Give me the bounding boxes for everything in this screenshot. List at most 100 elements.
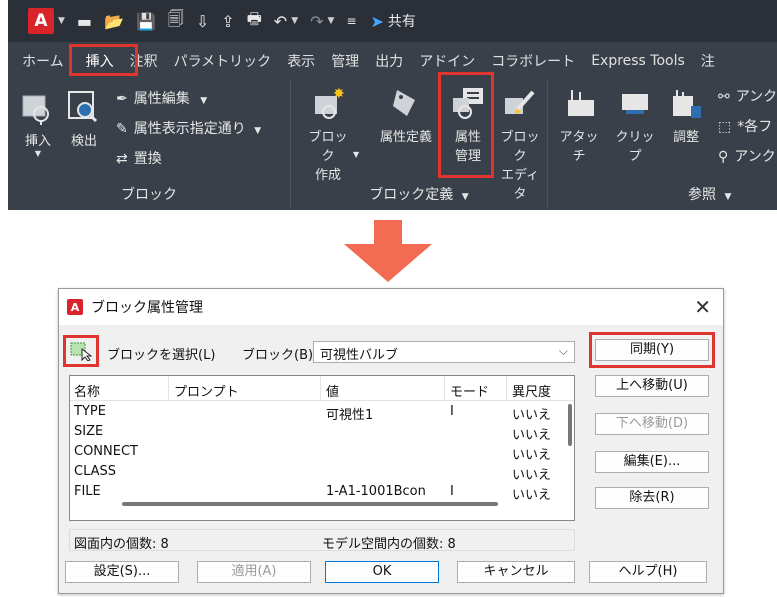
attr-manage-button[interactable]: 属性 管理 bbox=[443, 86, 493, 164]
tab-output[interactable]: 出力 bbox=[367, 51, 411, 71]
attr-edit-button[interactable]: ✒ 属性編集 ▼ bbox=[116, 88, 207, 108]
help-button[interactable]: ヘルプ(H) bbox=[589, 561, 707, 583]
tab-express-tools[interactable]: Express Tools bbox=[583, 53, 693, 69]
adjust-label: 調整 bbox=[672, 130, 699, 145]
insert-block-icon bbox=[22, 95, 49, 125]
save-as-icon[interactable]: 🗐 bbox=[168, 8, 184, 35]
detect-block-icon bbox=[68, 91, 98, 123]
app-logo-icon[interactable]: A bbox=[28, 8, 54, 34]
print-icon[interactable]: 🖶 bbox=[247, 8, 262, 35]
row-name: CONNECT bbox=[74, 444, 138, 459]
close-icon[interactable]: ✕ bbox=[694, 295, 711, 319]
attr-display-button[interactable]: ✎ 属性表示指定通り ▼ bbox=[116, 118, 261, 138]
svg-text:✸: ✸ bbox=[333, 86, 345, 102]
clip-icon bbox=[622, 94, 648, 114]
create-block-icon: ✸ bbox=[315, 86, 345, 119]
remove-button[interactable]: 除去(R) bbox=[595, 487, 709, 509]
underlay2-button[interactable]: ⚲ アンク bbox=[718, 146, 776, 166]
customize-qat-icon[interactable]: ≡ bbox=[346, 14, 356, 28]
column-header-value[interactable]: 値 bbox=[326, 381, 339, 400]
attr-define-icon bbox=[393, 90, 415, 116]
new-file-icon[interactable]: ▬ bbox=[77, 12, 92, 31]
clip-button[interactable]: クリップ bbox=[610, 86, 660, 164]
move-down-button[interactable]: 下へ移動(D) bbox=[595, 413, 709, 435]
redo-icon[interactable]: ↷ bbox=[310, 12, 323, 31]
horizontal-scrollbar[interactable] bbox=[122, 502, 498, 506]
column-divider[interactable] bbox=[506, 376, 507, 400]
reference-panel-title[interactable]: 参照 ▼ bbox=[688, 184, 731, 204]
attr-display-caret-icon: ▼ bbox=[254, 126, 262, 136]
select-block-label: ブロックを選択(L) bbox=[107, 348, 216, 363]
block-label: ブロック(B): bbox=[242, 348, 318, 363]
table-row[interactable]: FILE 1-A1-1001Bcon I いいえ bbox=[70, 481, 574, 503]
create-block-caret[interactable]: ▼ bbox=[353, 150, 359, 159]
column-divider[interactable] bbox=[320, 376, 321, 400]
clip-label: クリップ bbox=[615, 130, 655, 164]
tab-home[interactable]: ホーム bbox=[14, 51, 72, 71]
block-definition-panel: ✸ ブロック 作成 ▼ 属性定義 属性 管理 ブロック エディタ ブロック定義 … bbox=[291, 80, 548, 208]
edit-button[interactable]: 編集(E)... bbox=[595, 451, 709, 473]
tab-collaborate[interactable]: コラボレート bbox=[483, 51, 583, 71]
sync-button[interactable]: 同期(Y) bbox=[595, 339, 709, 361]
tab-parametric[interactable]: パラメトリック bbox=[166, 51, 280, 71]
row-name: CLASS bbox=[74, 464, 117, 479]
row-name: TYPE bbox=[74, 404, 106, 419]
vertical-scrollbar[interactable] bbox=[568, 404, 572, 446]
reference-items-button[interactable]: ⬚ *各フ bbox=[718, 116, 772, 136]
redo-caret-icon[interactable]: ▼ bbox=[328, 16, 335, 26]
tab-more[interactable]: 注 bbox=[693, 51, 723, 71]
export-icon[interactable]: ⇪ bbox=[221, 12, 234, 31]
column-header-prompt[interactable]: プロンプト bbox=[174, 381, 239, 400]
block-dropdown[interactable]: 可視性バルブ ⌵ bbox=[313, 341, 575, 363]
insert-caret-icon: ▼ bbox=[34, 149, 42, 158]
tab-view[interactable]: 表示 bbox=[279, 51, 323, 71]
replace-button[interactable]: ⇄ 置換 bbox=[116, 148, 162, 168]
move-up-button[interactable]: 上へ移動(U) bbox=[595, 375, 709, 397]
dialog-titlebar[interactable]: A ブロック属性管理 ✕ bbox=[59, 289, 723, 325]
tab-annotate[interactable]: 注釈 bbox=[122, 51, 166, 71]
create-block-button[interactable]: ✸ ブロック 作成 bbox=[305, 86, 351, 183]
attribute-list[interactable]: 名称 プロンプト 値 モード 異尺度 TYPE 可視性1 I いいえ SIZE … bbox=[69, 375, 575, 521]
apply-button[interactable]: 適用(A) bbox=[197, 561, 311, 583]
undo-icon[interactable]: ↶ bbox=[274, 12, 287, 31]
attach-icon bbox=[568, 90, 594, 116]
dialog-app-icon: A bbox=[67, 299, 83, 315]
attr-display-icon: ✎ bbox=[116, 121, 128, 137]
attach-button[interactable]: アタッチ bbox=[554, 86, 604, 164]
table-row[interactable]: TYPE 可視性1 I いいえ bbox=[70, 401, 574, 423]
replace-label: 置換 bbox=[133, 151, 162, 167]
insert-button[interactable]: 挿入 ▼ bbox=[18, 90, 58, 158]
settings-button[interactable]: 設定(S)... bbox=[65, 561, 179, 583]
cancel-button[interactable]: キャンセル bbox=[457, 561, 575, 583]
share-label[interactable]: 共有 bbox=[388, 11, 416, 31]
quick-access-toolbar: A ▼ ▬ 📂 💾 🗐 ⇩ ⇪ 🖶 ↶ ▼ ↷ ▼ ≡ ➤ 共有 bbox=[8, 0, 777, 42]
tab-addins[interactable]: アドイン bbox=[411, 51, 483, 71]
block-panel-title[interactable]: ブロック bbox=[8, 184, 290, 204]
import-icon[interactable]: ⇩ bbox=[196, 12, 209, 31]
undo-caret-icon[interactable]: ▼ bbox=[291, 16, 298, 26]
column-divider[interactable] bbox=[168, 376, 169, 400]
column-header-name[interactable]: 名称 bbox=[74, 381, 100, 400]
column-header-annotative[interactable]: 異尺度 bbox=[512, 381, 551, 400]
block-definition-title-label: ブロック定義 bbox=[369, 187, 454, 203]
block-definition-panel-title[interactable]: ブロック定義 ▼ bbox=[291, 184, 547, 204]
adjust-button[interactable]: 調整 bbox=[664, 86, 708, 145]
table-row[interactable]: SIZE いいえ bbox=[70, 421, 574, 443]
underlay-button[interactable]: ⚯ アンク bbox=[718, 86, 777, 106]
select-block-button[interactable] bbox=[69, 341, 93, 362]
ok-button[interactable]: OK bbox=[325, 561, 439, 583]
table-row[interactable]: CONNECT いいえ bbox=[70, 441, 574, 463]
tab-insert[interactable]: 挿入 bbox=[78, 51, 122, 71]
attr-define-button[interactable]: 属性定義 bbox=[373, 86, 439, 145]
tab-manage[interactable]: 管理 bbox=[323, 51, 367, 71]
open-folder-icon[interactable]: 📂 bbox=[104, 12, 124, 31]
app-menu-caret-icon[interactable]: ▼ bbox=[58, 16, 65, 26]
detect-button[interactable]: 検出 bbox=[64, 90, 104, 149]
save-icon[interactable]: 💾 bbox=[136, 12, 156, 31]
chevron-down-icon: ⌵ bbox=[558, 344, 568, 358]
table-row[interactable]: CLASS いいえ bbox=[70, 461, 574, 483]
column-header-mode[interactable]: モード bbox=[450, 381, 489, 400]
share-icon[interactable]: ➤ bbox=[371, 12, 384, 31]
ribbon-tabbar: ホーム 挿入 注釈 パラメトリック 表示 管理 出力 アドイン コラボレート E… bbox=[8, 45, 777, 77]
column-divider[interactable] bbox=[444, 376, 445, 400]
